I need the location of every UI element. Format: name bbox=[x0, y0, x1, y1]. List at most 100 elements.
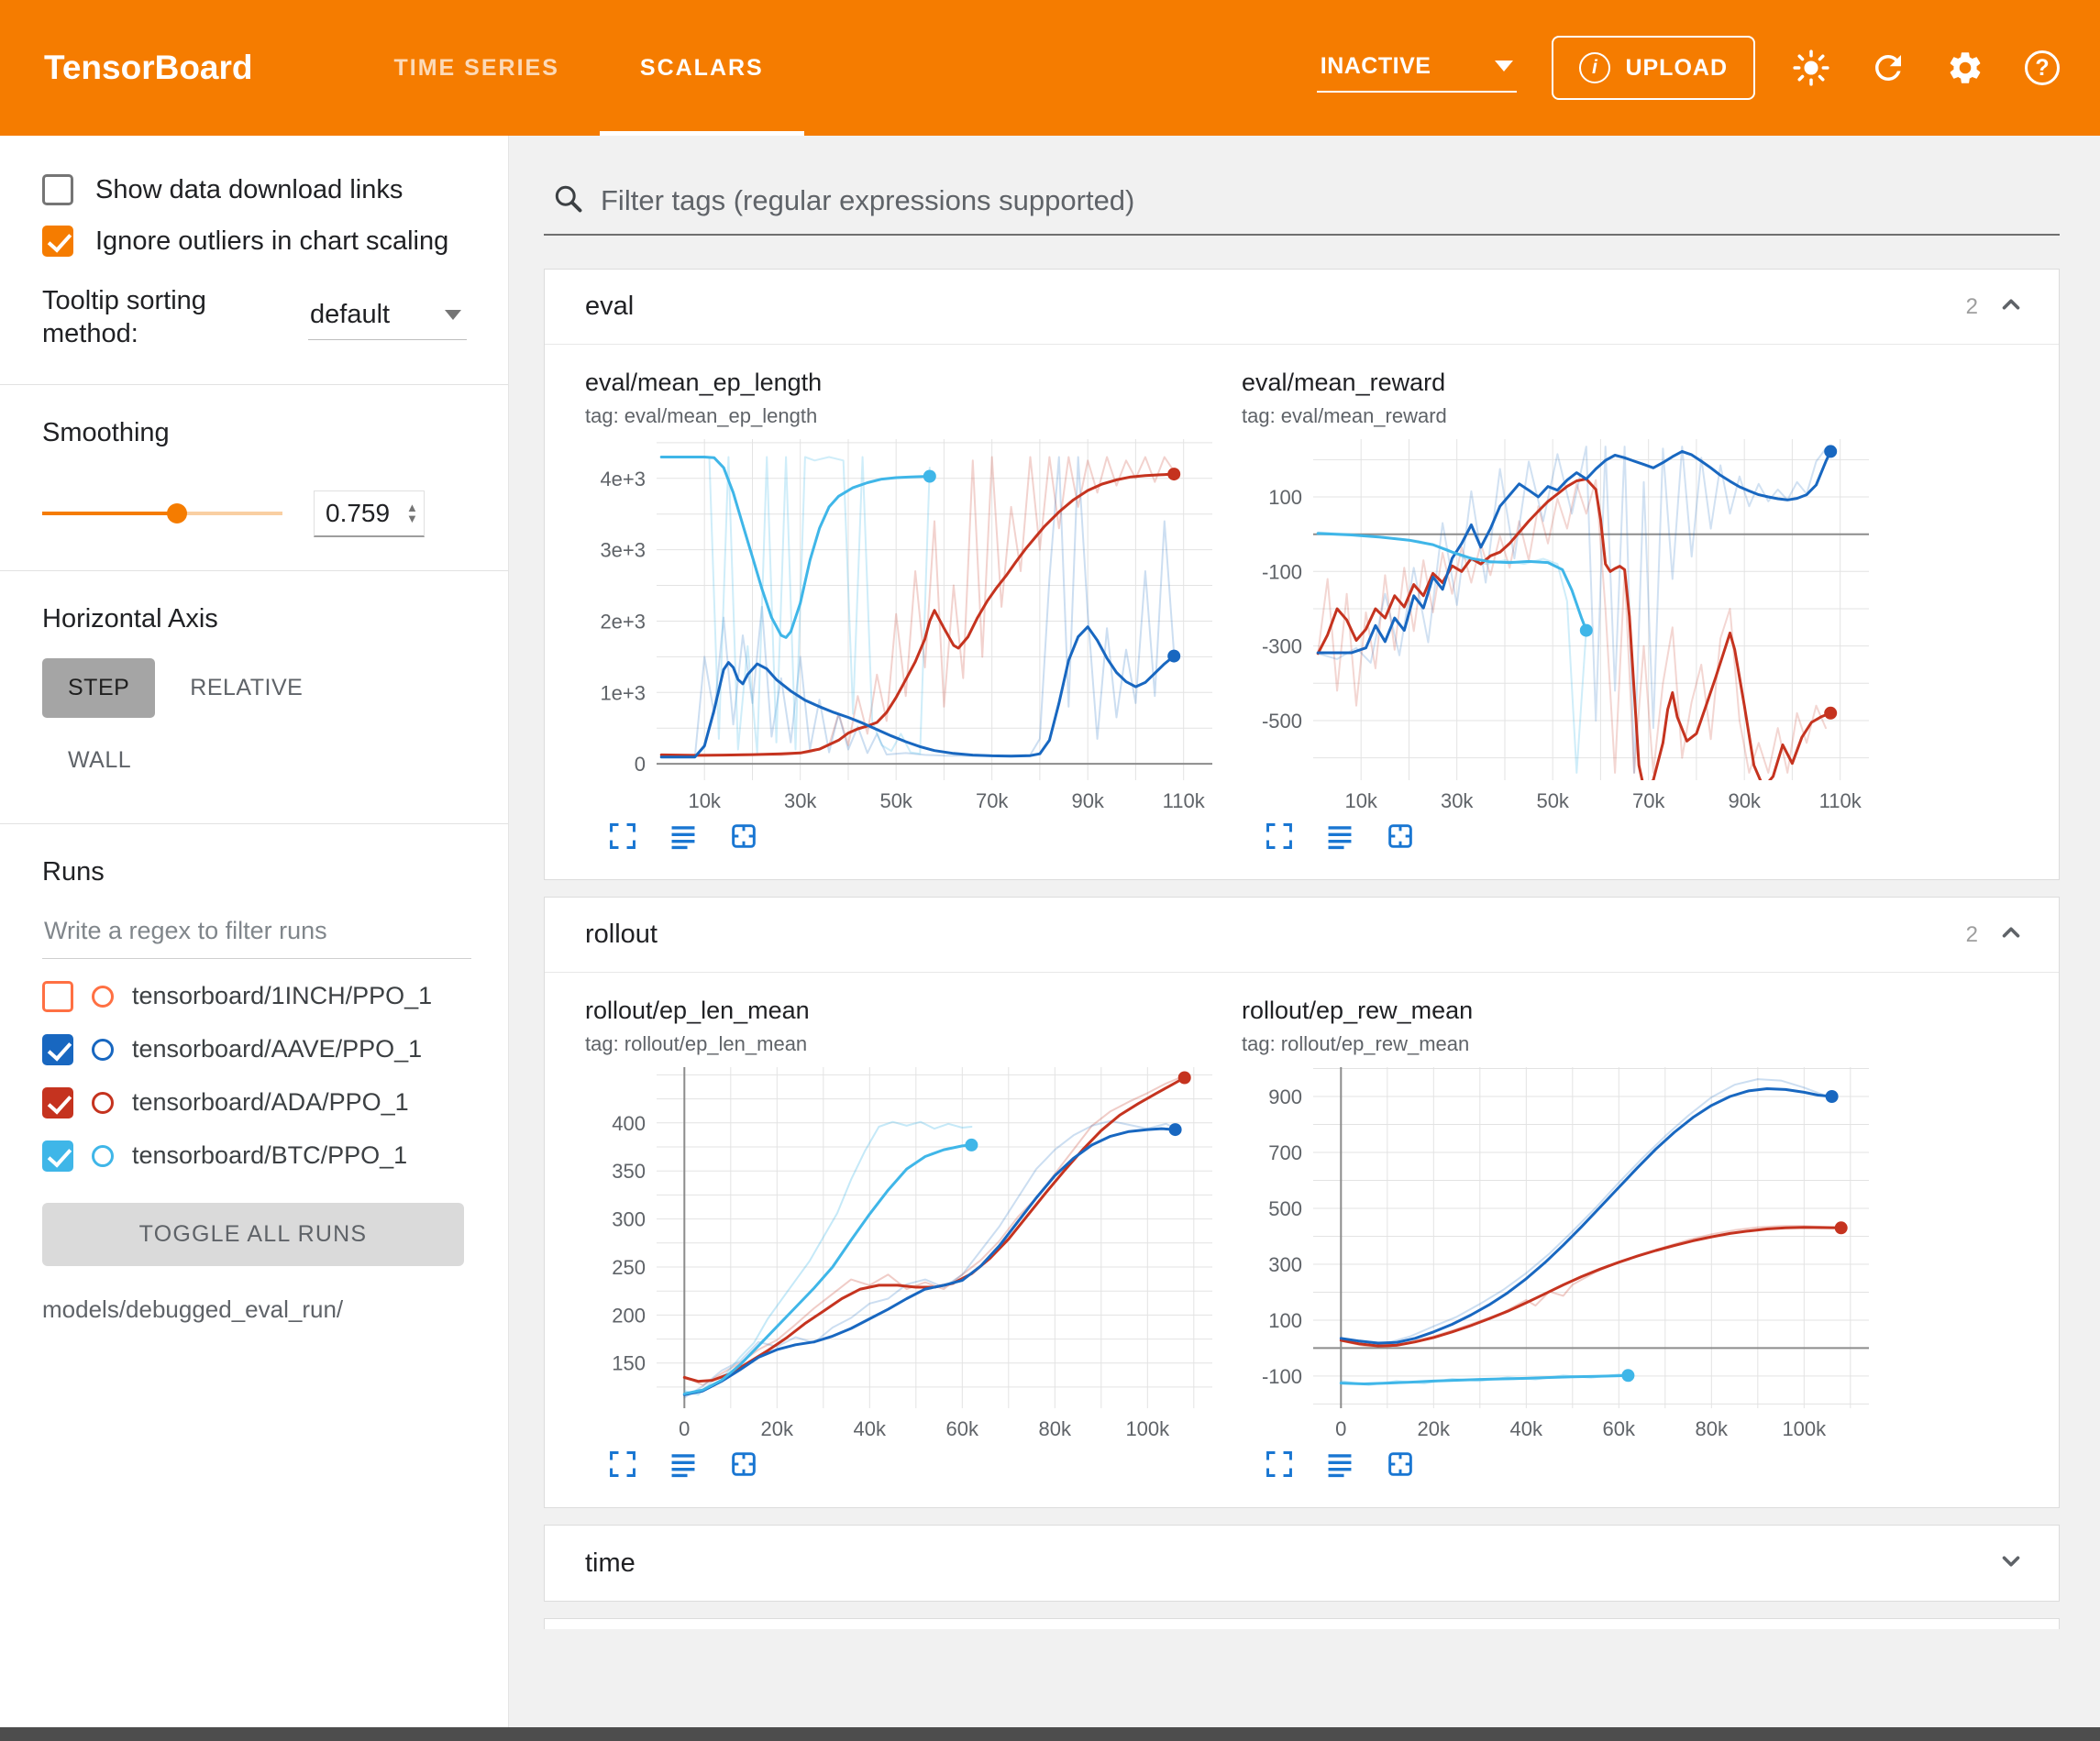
brightness-icon[interactable] bbox=[1790, 47, 1832, 89]
svg-text:700: 700 bbox=[1268, 1141, 1302, 1164]
line-chart[interactable]: 020k40k60k80k100k-100100300500700900 bbox=[1242, 1060, 1876, 1445]
smoothing-slider[interactable] bbox=[42, 504, 282, 523]
section-rollout-header[interactable]: rollout 2 bbox=[545, 898, 2059, 973]
runs-filter-input[interactable] bbox=[42, 904, 471, 959]
runs-list-icon[interactable] bbox=[666, 819, 701, 854]
axis-step-button[interactable]: STEP bbox=[42, 658, 155, 718]
svg-text:10k: 10k bbox=[688, 789, 721, 812]
svg-text:100k: 100k bbox=[1125, 1417, 1170, 1440]
section-count: 2 bbox=[1966, 922, 1978, 948]
checkbox[interactable] bbox=[42, 226, 73, 257]
svg-text:20k: 20k bbox=[1418, 1417, 1451, 1440]
run-checkbox[interactable] bbox=[42, 1034, 73, 1065]
line-chart[interactable]: 020k40k60k80k100k150200250300350400 bbox=[585, 1060, 1220, 1445]
tag-filter bbox=[544, 174, 2060, 236]
runs-directory-label: models/debugged_eval_run/ bbox=[42, 1295, 471, 1324]
chart-tag: tag: rollout/ep_len_mean bbox=[585, 1032, 1220, 1056]
expand-chart-icon[interactable] bbox=[605, 1447, 640, 1482]
help-icon[interactable]: ? bbox=[2021, 47, 2063, 89]
run-item-1inch[interactable]: tensorboard/1INCH/PPO_1 bbox=[42, 981, 471, 1012]
expand-chart-icon[interactable] bbox=[605, 819, 640, 854]
smoothing-label: Smoothing bbox=[42, 418, 471, 448]
fit-domain-icon[interactable] bbox=[1383, 819, 1418, 854]
axis-wall-button[interactable]: WALL bbox=[42, 731, 157, 790]
runs-list-icon[interactable] bbox=[1322, 819, 1357, 854]
refresh-icon[interactable] bbox=[1867, 47, 1909, 89]
svg-text:30k: 30k bbox=[1441, 789, 1474, 812]
runs-list-icon[interactable] bbox=[1322, 1447, 1357, 1482]
section-time-header[interactable]: time bbox=[545, 1526, 2059, 1601]
info-icon: i bbox=[1579, 52, 1610, 83]
fit-domain-icon[interactable] bbox=[726, 1447, 761, 1482]
settings-gear-icon[interactable] bbox=[1944, 47, 1986, 89]
run-label: tensorboard/AAVE/PPO_1 bbox=[132, 1035, 422, 1063]
smoothing-value-field[interactable]: ▲▼ bbox=[314, 490, 425, 537]
chevron-up-icon[interactable] bbox=[1995, 916, 2028, 953]
chart-card-mean-reward: eval/mean_reward tag: eval/mean_reward 1… bbox=[1242, 369, 1876, 854]
run-label: tensorboard/ADA/PPO_1 bbox=[132, 1088, 409, 1117]
smoothing-value-input[interactable] bbox=[326, 499, 399, 528]
svg-text:0: 0 bbox=[679, 1417, 690, 1440]
fit-domain-icon[interactable] bbox=[726, 819, 761, 854]
toggle-all-runs-button[interactable]: TOGGLE ALL RUNS bbox=[42, 1203, 464, 1266]
section-eval: eval 2 eval/mean_ep_length tag: eval/mea… bbox=[544, 269, 2060, 880]
tab-time-series[interactable]: TIME SERIES bbox=[354, 0, 600, 136]
line-chart[interactable]: 10k30k50k70k90k110k100-100-300-500 bbox=[1242, 432, 1876, 817]
horizontal-scrollbar[interactable] bbox=[0, 1727, 2100, 1741]
run-color-circle bbox=[92, 1092, 114, 1114]
expand-chart-icon[interactable] bbox=[1262, 819, 1297, 854]
slider-thumb[interactable] bbox=[167, 503, 187, 523]
svg-text:60k: 60k bbox=[946, 1417, 979, 1440]
svg-text:0: 0 bbox=[1335, 1417, 1346, 1440]
svg-text:40k: 40k bbox=[854, 1417, 887, 1440]
chart-toolbar bbox=[585, 1447, 1220, 1482]
run-item-aave[interactable]: tensorboard/AAVE/PPO_1 bbox=[42, 1034, 471, 1065]
show-download-links-checkbox[interactable]: Show data download links bbox=[42, 174, 471, 205]
run-item-btc[interactable]: tensorboard/BTC/PPO_1 bbox=[42, 1140, 471, 1172]
svg-text:2e+3: 2e+3 bbox=[600, 611, 646, 634]
svg-text:300: 300 bbox=[1268, 1253, 1302, 1276]
data-status-dropdown[interactable]: INACTIVE bbox=[1317, 44, 1518, 93]
axis-relative-button[interactable]: RELATIVE bbox=[164, 658, 328, 718]
run-checkbox[interactable] bbox=[42, 981, 73, 1012]
stepper-arrows[interactable]: ▲▼ bbox=[406, 502, 418, 523]
ignore-outliers-checkbox[interactable]: Ignore outliers in chart scaling bbox=[42, 226, 471, 257]
checkbox[interactable] bbox=[42, 174, 73, 205]
fit-domain-icon[interactable] bbox=[1383, 1447, 1418, 1482]
upload-button[interactable]: i UPLOAD bbox=[1552, 36, 1755, 100]
svg-text:100: 100 bbox=[1268, 486, 1302, 509]
run-item-ada[interactable]: tensorboard/ADA/PPO_1 bbox=[42, 1087, 471, 1118]
main-tabs: TIME SERIES SCALARS bbox=[354, 0, 804, 136]
svg-text:250: 250 bbox=[612, 1256, 646, 1279]
settings-sidebar: Show data download links Ignore outliers… bbox=[0, 136, 509, 1741]
tooltip-sorting-dropdown[interactable]: default bbox=[308, 294, 467, 340]
section-title: rollout bbox=[585, 920, 658, 950]
svg-text:10k: 10k bbox=[1344, 789, 1377, 812]
svg-text:50k: 50k bbox=[879, 789, 912, 812]
run-checkbox[interactable] bbox=[42, 1140, 73, 1172]
run-label: tensorboard/1INCH/PPO_1 bbox=[132, 982, 432, 1010]
upload-label: UPLOAD bbox=[1625, 55, 1728, 82]
chevron-down-icon bbox=[445, 310, 461, 320]
dashboard-main: eval 2 eval/mean_ep_length tag: eval/mea… bbox=[509, 136, 2100, 1741]
tab-scalars[interactable]: SCALARS bbox=[600, 0, 804, 136]
tag-filter-input[interactable] bbox=[601, 184, 2054, 217]
app-header: TensorBoard TIME SERIES SCALARS INACTIVE… bbox=[0, 0, 2100, 136]
runs-list-icon[interactable] bbox=[666, 1447, 701, 1482]
svg-text:90k: 90k bbox=[1071, 789, 1104, 812]
run-checkbox[interactable] bbox=[42, 1087, 73, 1118]
svg-text:900: 900 bbox=[1268, 1085, 1302, 1108]
line-chart[interactable]: 10k30k50k70k90k110k01e+32e+33e+34e+3 bbox=[585, 432, 1220, 817]
chevron-up-icon[interactable] bbox=[1995, 288, 2028, 325]
expand-chart-icon[interactable] bbox=[1262, 1447, 1297, 1482]
tooltip-sorting-value: default bbox=[310, 300, 390, 330]
chart-title: eval/mean_ep_length bbox=[585, 369, 1220, 397]
section-title: eval bbox=[585, 292, 634, 322]
svg-text:30k: 30k bbox=[784, 789, 817, 812]
chevron-down-icon[interactable] bbox=[1995, 1545, 2028, 1582]
chart-tag: tag: eval/mean_ep_length bbox=[585, 404, 1220, 428]
section-eval-header[interactable]: eval 2 bbox=[545, 270, 2059, 345]
tooltip-sorting-label: Tooltip sorting method: bbox=[42, 284, 281, 351]
svg-text:70k: 70k bbox=[1632, 789, 1665, 812]
svg-text:200: 200 bbox=[612, 1304, 646, 1327]
